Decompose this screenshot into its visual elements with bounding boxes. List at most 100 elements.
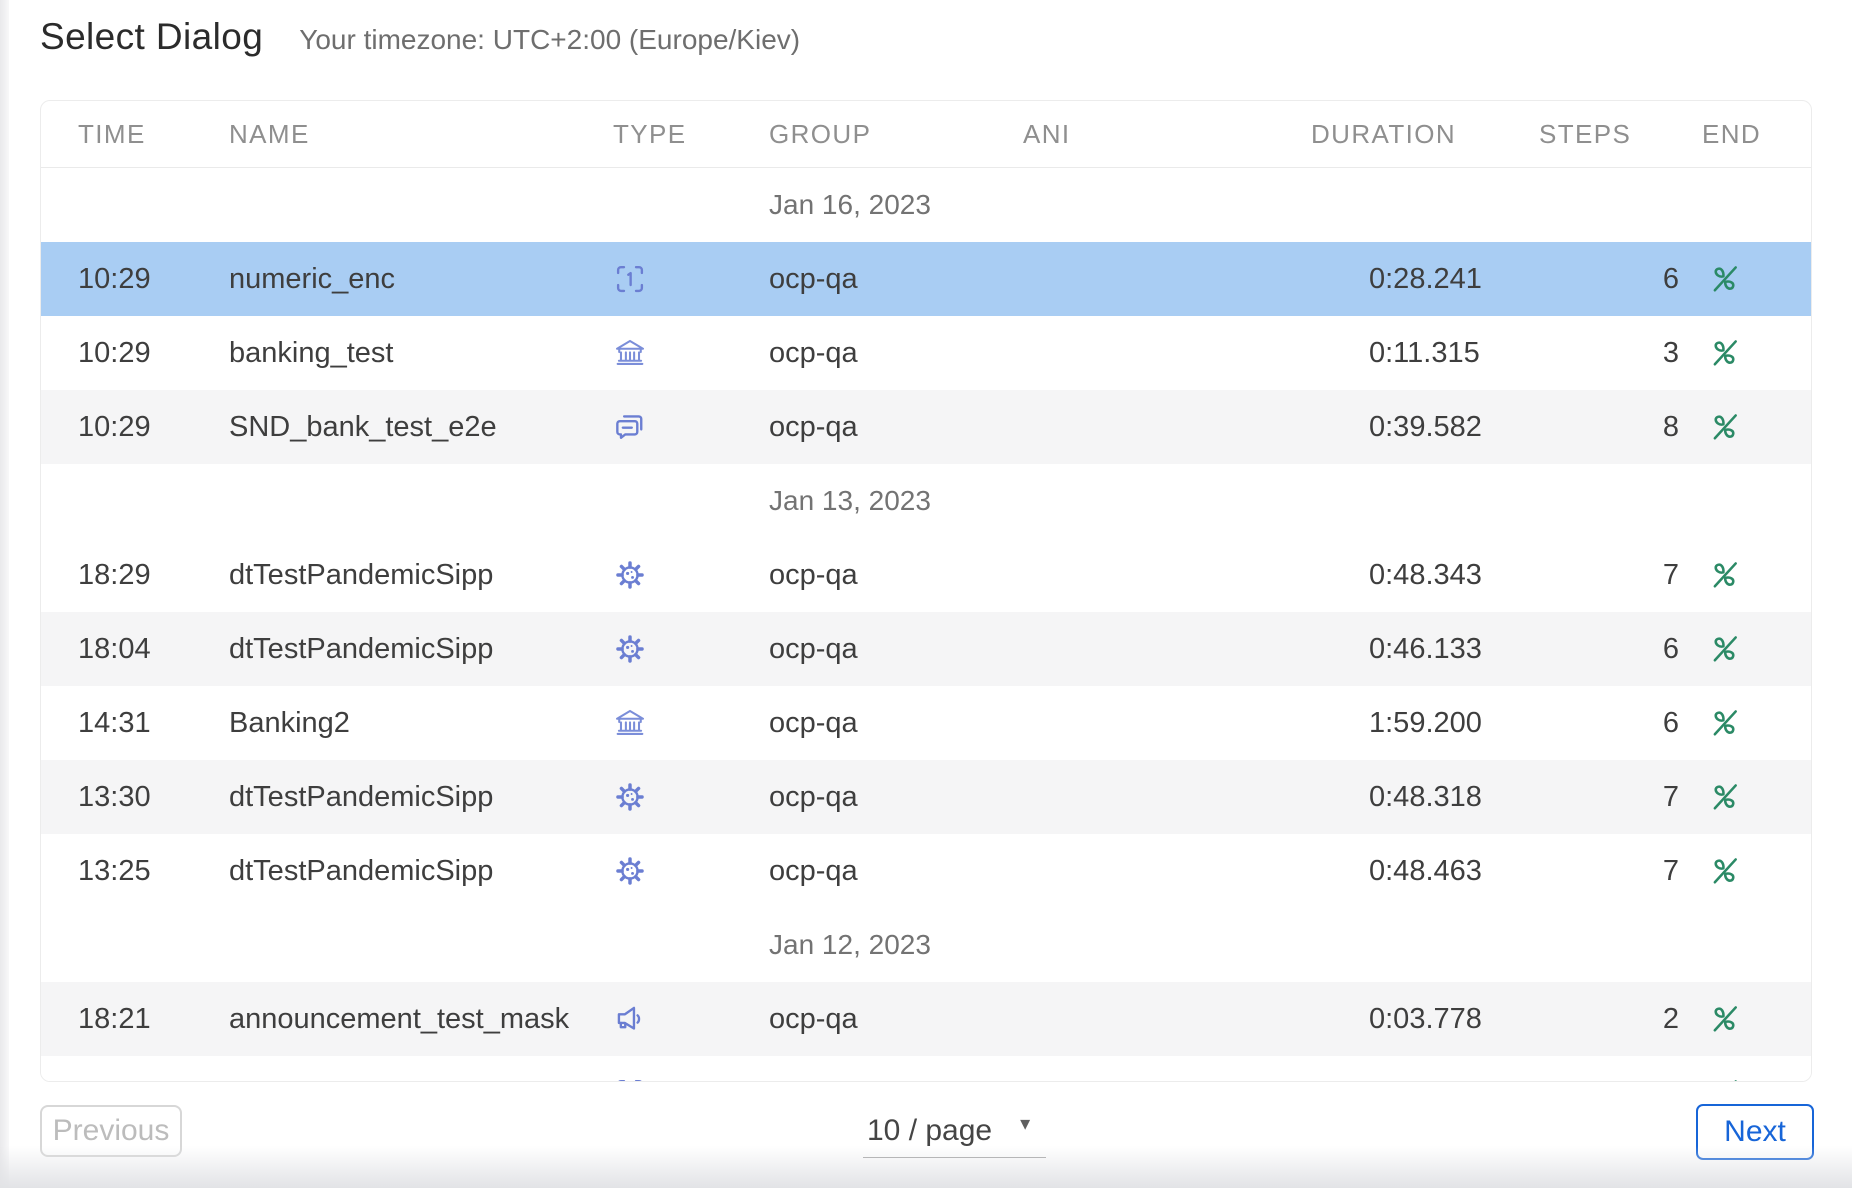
date-label: Jan 12, 2023 (769, 908, 931, 982)
chat-icon (611, 408, 649, 446)
steps-cell (1626, 1056, 1716, 1082)
column-header-group: GROUP (769, 101, 871, 167)
call-end-icon (1706, 631, 1742, 667)
table-row[interactable]: 14:31 Banking2 ocp-qa 1:59.200 6 (41, 686, 1811, 760)
call-end-icon (1706, 853, 1742, 889)
call-end-icon (1706, 409, 1742, 445)
column-header-duration: DURATION (1311, 101, 1456, 167)
steps-cell: 8 (1626, 390, 1716, 464)
time-cell: 14:31 (78, 686, 151, 760)
page-size-select[interactable]: 10 / page ▾ (863, 1104, 1046, 1158)
duration-cell: 1:59.200 (1369, 686, 1482, 760)
numeric-frame-icon (611, 260, 649, 298)
name-cell: SND_bank_test_e2e (229, 390, 497, 464)
page-title: Select Dialog (40, 16, 263, 58)
duration-cell: 0:03.778 (1369, 982, 1482, 1056)
call-end-icon (1706, 335, 1742, 371)
numeric-frame-icon (611, 1074, 649, 1082)
group-cell: ocp-qa (769, 242, 858, 316)
virus-icon (611, 778, 649, 816)
steps-cell: 6 (1626, 242, 1716, 316)
call-end-icon (1706, 1075, 1742, 1082)
name-cell: dtTestPandemicSipp (229, 760, 493, 834)
steps-cell: 7 (1626, 760, 1716, 834)
name-cell: Banking2 (229, 686, 350, 760)
group-cell: ocp-qa (769, 982, 858, 1056)
date-label: Jan 13, 2023 (769, 464, 931, 538)
column-header-steps: STEPS (1539, 101, 1631, 167)
name-cell: dtTestPandemicSipp (229, 538, 493, 612)
group-cell: ocp-qa (769, 612, 858, 686)
name-cell: numeric_enc (229, 242, 395, 316)
column-header-type: TYPE (613, 101, 687, 167)
time-cell: 10:29 (78, 390, 151, 464)
steps-cell: 6 (1626, 686, 1716, 760)
call-end-icon (1706, 779, 1742, 815)
group-cell: ocp-qa (769, 390, 858, 464)
select-dialog-page: Select Dialog Your timezone: UTC+2:00 (E… (0, 0, 1852, 1188)
column-header-ani: ANI (1023, 101, 1071, 167)
previous-button[interactable]: Previous (40, 1105, 182, 1157)
table-row[interactable]: 13:30 dtTestPandemicSipp ocp-qa 0:48.318… (41, 760, 1811, 834)
table-header-row: TIME NAME TYPE GROUP ANI DURATION STEPS END (41, 101, 1811, 168)
table-row[interactable]: 10:29 SND_bank_test_e2e ocp-qa 0:39.582 … (41, 390, 1811, 464)
next-button[interactable]: Next (1696, 1104, 1814, 1160)
time-cell: 18:21 (78, 982, 151, 1056)
date-separator-row: Jan 12, 2023 (41, 908, 1811, 982)
call-end-icon (1706, 557, 1742, 593)
group-cell: ocp-qa (769, 316, 858, 390)
steps-cell: 6 (1626, 612, 1716, 686)
dialog-table-card: TIME NAME TYPE GROUP ANI DURATION STEPS END Jan… (40, 100, 1812, 1082)
column-header-end: END (1702, 101, 1761, 167)
duration-cell: 0:39.582 (1369, 390, 1482, 464)
group-cell: ocp-qa (769, 686, 858, 760)
call-end-icon (1706, 705, 1742, 741)
duration-cell: 0:48.463 (1369, 834, 1482, 908)
table-row[interactable]: 10:29 banking_test ocp-qa 0:11.315 3 (41, 316, 1811, 390)
call-end-icon (1706, 261, 1742, 297)
date-separator-row: Jan 13, 2023 (41, 464, 1811, 538)
name-cell: dtTestPandemicSipp (229, 834, 493, 908)
page-size-label: 10 / page (867, 1114, 992, 1148)
chevron-down-icon: ▾ (1020, 1111, 1030, 1136)
virus-icon (611, 556, 649, 594)
table-row[interactable]: 18:29 dtTestPandemicSipp ocp-qa 0:48.343… (41, 538, 1811, 612)
name-cell: announcement_test_mask (229, 982, 569, 1056)
steps-cell: 7 (1626, 834, 1716, 908)
bank-icon (611, 334, 649, 372)
duration-cell: 0:46.133 (1369, 612, 1482, 686)
table-row[interactable]: 18:04 dtTestPandemicSipp ocp-qa 0:46.133… (41, 612, 1811, 686)
speaker-icon (611, 1000, 649, 1038)
column-header-name: NAME (229, 101, 310, 167)
table-row[interactable]: 10:29 numeric_enc ocp-qa 0:28.241 6 (41, 242, 1811, 316)
backdrop-left-edge (0, 0, 9, 1188)
duration-cell: 0:48.343 (1369, 538, 1482, 612)
steps-cell: 7 (1626, 538, 1716, 612)
group-cell: ocp-qa (769, 538, 858, 612)
name-cell: dtTestPandemicSipp (229, 612, 493, 686)
duration-cell: 0:28.241 (1369, 242, 1482, 316)
name-cell: banking_test (229, 316, 393, 390)
time-cell: 13:25 (78, 834, 151, 908)
duration-cell: 0:48.318 (1369, 760, 1482, 834)
table-row[interactable]: 18:21 announcement_test_mask ocp-qa 0:03… (41, 982, 1811, 1056)
column-header-time: TIME (78, 101, 146, 167)
timezone-note: Your timezone: UTC+2:00 (Europe/Kiev) (299, 24, 800, 56)
time-cell: 10:29 (78, 242, 151, 316)
time-cell: 18:29 (78, 538, 151, 612)
table-row[interactable]: 13:25 dtTestPandemicSipp ocp-qa 0:48.463… (41, 834, 1811, 908)
steps-cell: 3 (1626, 316, 1716, 390)
date-separator-row: Jan 16, 2023 (41, 168, 1811, 242)
group-cell: ocp-qa (769, 760, 858, 834)
time-cell: 18:04 (78, 612, 151, 686)
duration-cell: 0:11.315 (1369, 316, 1480, 390)
table-row[interactable] (41, 1056, 1811, 1082)
date-label: Jan 16, 2023 (769, 168, 931, 242)
time-cell: 13:30 (78, 760, 151, 834)
call-end-icon (1706, 1001, 1742, 1037)
steps-cell: 2 (1626, 982, 1716, 1056)
dialog-titlebar: Select Dialog Your timezone: UTC+2:00 (E… (40, 16, 800, 58)
bank-icon (611, 704, 649, 742)
virus-icon (611, 630, 649, 668)
virus-icon (611, 852, 649, 890)
